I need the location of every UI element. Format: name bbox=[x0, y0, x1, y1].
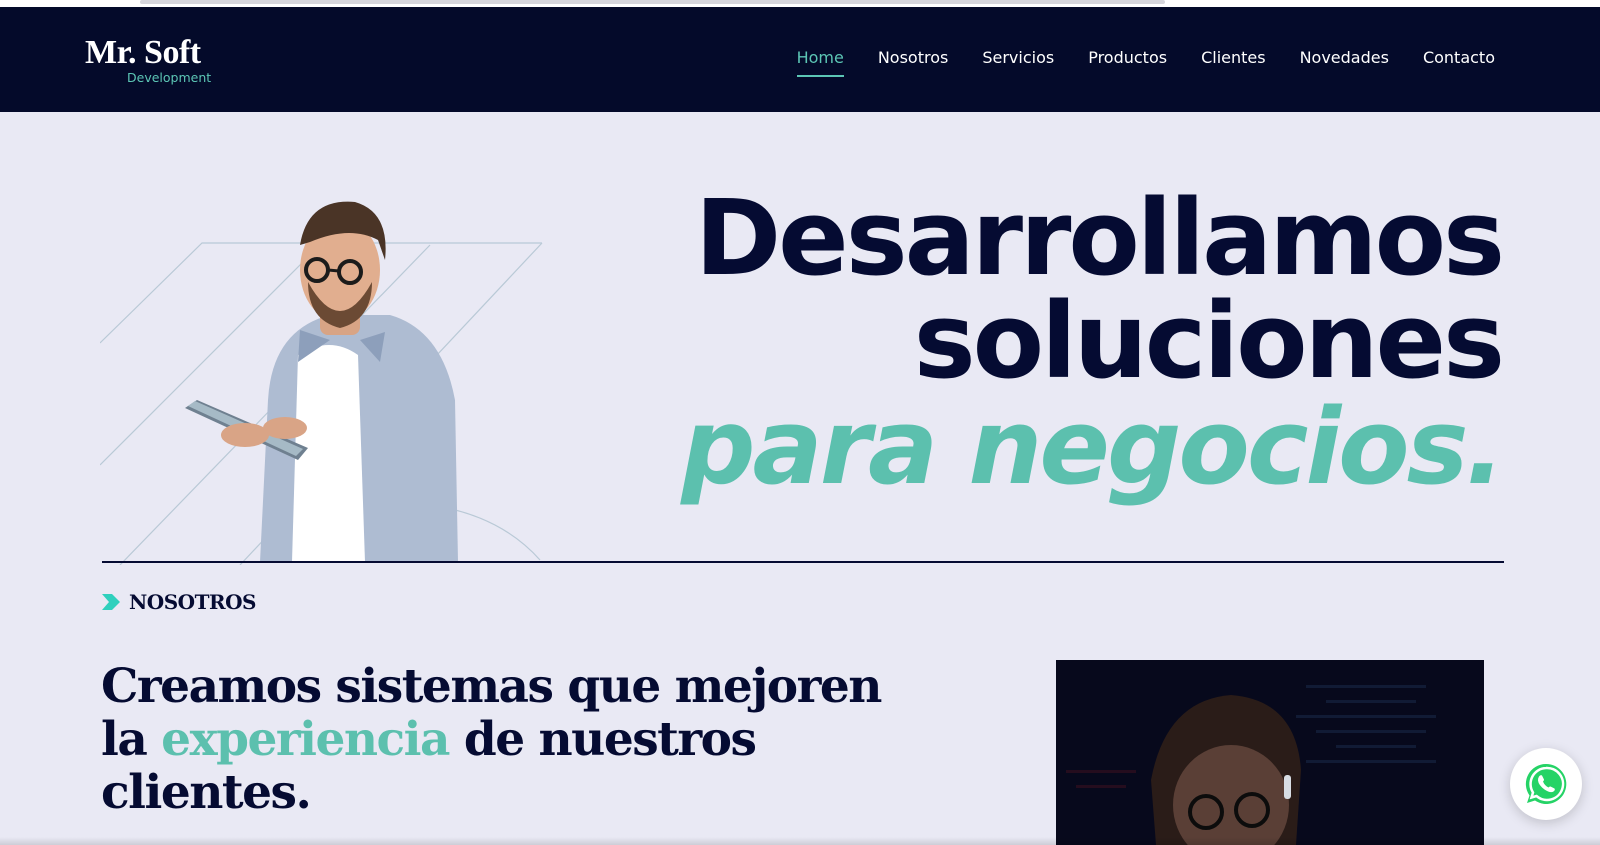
main-nav: Home Nosotros Servicios Productos Client… bbox=[796, 48, 1495, 77]
nav-item-nosotros[interactable]: Nosotros bbox=[878, 48, 949, 68]
browser-top-strip bbox=[0, 0, 1600, 7]
logo-tagline: Development bbox=[127, 70, 212, 85]
section-tag-nosotros: NOSOTROS bbox=[102, 590, 256, 614]
hero-line-1: Desarrollamos bbox=[694, 177, 1505, 299]
hero-person-image bbox=[185, 201, 458, 562]
about-photo bbox=[1056, 660, 1484, 845]
bottom-edge-shadow bbox=[0, 837, 1600, 845]
nav-item-clientes[interactable]: Clientes bbox=[1201, 48, 1266, 68]
scroll-indicator bbox=[140, 0, 1165, 4]
whatsapp-icon bbox=[1525, 763, 1567, 804]
nav-item-contacto[interactable]: Contacto bbox=[1423, 48, 1495, 68]
hero-headline: Desarrollamos soluciones para negocios. bbox=[681, 177, 1505, 508]
whatsapp-chat-button[interactable] bbox=[1510, 748, 1582, 820]
hero-line-2: soluciones bbox=[913, 280, 1505, 402]
nav-item-productos[interactable]: Productos bbox=[1088, 48, 1167, 68]
chevron-right-icon bbox=[102, 594, 120, 610]
logo-name: Mr. Soft bbox=[85, 34, 201, 71]
about-title: Creamos sistemas que mejoren la experien… bbox=[101, 660, 921, 819]
nav-item-novedades[interactable]: Novedades bbox=[1300, 48, 1389, 68]
nav-item-servicios[interactable]: Servicios bbox=[982, 48, 1054, 68]
site-header: Mr. Soft Development Home Nosotros Servi… bbox=[0, 7, 1600, 112]
hero-line-3: para negocios. bbox=[681, 386, 1505, 508]
developer-photo-image bbox=[1056, 660, 1484, 845]
about-title-accent: experiencia bbox=[161, 712, 450, 767]
section-tag-label: NOSOTROS bbox=[129, 590, 256, 614]
nav-item-home[interactable]: Home bbox=[796, 48, 845, 77]
site-logo[interactable]: Mr. Soft Development bbox=[85, 35, 225, 95]
section-divider bbox=[102, 561, 1504, 563]
